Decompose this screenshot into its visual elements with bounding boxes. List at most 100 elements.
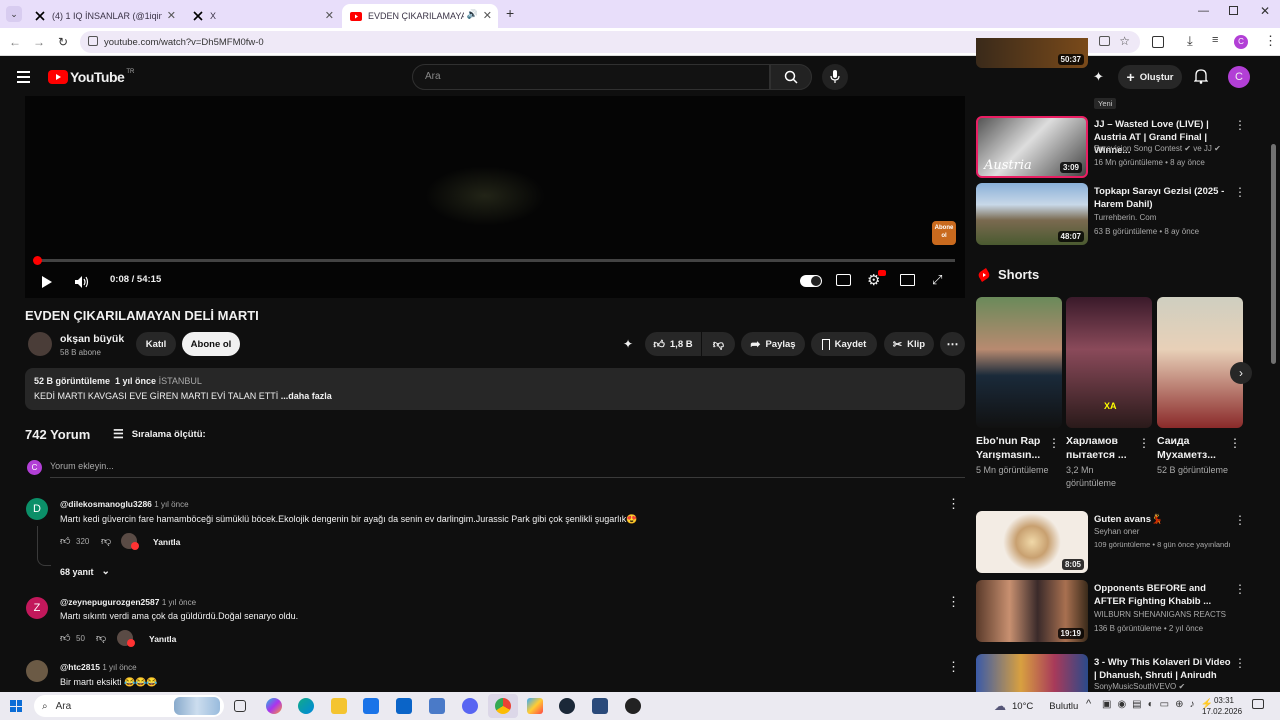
- short-thumbnail[interactable]: [976, 297, 1062, 428]
- video-player[interactable]: Abone ol 0:08 / 54:15 ⚙ ⤢: [25, 96, 965, 298]
- comment-author-avatar[interactable]: D: [26, 498, 48, 520]
- forward-icon[interactable]: →: [32, 35, 46, 49]
- close-tab-icon[interactable]: ✕: [167, 9, 176, 22]
- comment-time[interactable]: 1 yıl önce: [154, 500, 188, 509]
- short-title[interactable]: Ebo'nun Rap Yarışmasın...: [976, 434, 1048, 462]
- tab-youtube-active[interactable]: EVDEN ÇIKARILAMAYAN D 🔊 ✕: [342, 4, 498, 28]
- show-replies-button[interactable]: 68 yanıt ⌄: [60, 566, 110, 577]
- reply-button[interactable]: Yanıtla: [153, 537, 180, 547]
- video-title[interactable]: 3 - Why This Kolaveri Di Video | Dhanush…: [1094, 656, 1234, 682]
- fullscreen-icon[interactable]: ⤢: [932, 272, 942, 288]
- scrollbar-thumb[interactable]: [1271, 144, 1276, 364]
- progress-scrubber[interactable]: [33, 256, 43, 265]
- short-card[interactable]: Саида Мухаметз... 52 B görüntüleme ⋮: [1157, 297, 1243, 477]
- discord-icon[interactable]: [462, 698, 478, 714]
- related-video[interactable]: Austria 3:09 JJ – Wasted Love (LIVE) | A…: [976, 116, 1246, 180]
- autoplay-toggle[interactable]: [800, 275, 822, 287]
- comment-time[interactable]: 1 yıl önce: [102, 663, 136, 672]
- comment-author[interactable]: @htc2815: [60, 662, 100, 672]
- channel-avatar[interactable]: [28, 332, 52, 356]
- notifications-icon[interactable]: [1252, 699, 1264, 709]
- related-video[interactable]: 48:07 Topkapı Sarayı Gezisi (2025 - Hare…: [976, 183, 1246, 247]
- subtitles-icon[interactable]: [836, 274, 851, 286]
- add-comment-input[interactable]: Yorum ekleyin...: [50, 461, 965, 478]
- comment-dislike-button[interactable]: 👎︎: [96, 632, 106, 644]
- weather-widget[interactable]: ☁ 10°C Bulutlu: [994, 699, 1078, 713]
- close-tab-icon[interactable]: ✕: [483, 9, 492, 22]
- comment-dislike-button[interactable]: 👎︎: [101, 535, 111, 547]
- voice-search-button[interactable]: [822, 64, 848, 90]
- related-video[interactable]: 50:37: [976, 38, 1246, 68]
- short-menu-icon[interactable]: ⋮: [1048, 436, 1060, 450]
- speaker-icon[interactable]: 🔊: [467, 9, 478, 20]
- close-window-icon[interactable]: ✕: [1260, 4, 1270, 18]
- site-info-icon[interactable]: [88, 36, 98, 46]
- short-card[interactable]: XA Харламов пытается ... 3,2 Mn görüntül…: [1066, 297, 1152, 490]
- close-tab-icon[interactable]: ✕: [325, 9, 334, 22]
- youtube-logo[interactable]: YouTube TR: [48, 69, 134, 85]
- steam-icon[interactable]: [559, 698, 575, 714]
- short-menu-icon[interactable]: ⋮: [1138, 436, 1150, 450]
- mail-icon[interactable]: [396, 698, 412, 714]
- subscribe-watermark[interactable]: Abone ol: [932, 221, 956, 245]
- related-video[interactable]: 8:05 Guten avans💃 Seyhan oner 109 görünt…: [976, 511, 1246, 575]
- sort-button[interactable]: ☰ Sıralama ölçütü:: [113, 427, 206, 441]
- restore-icon[interactable]: [1229, 6, 1238, 15]
- reload-icon[interactable]: ↻: [56, 35, 70, 49]
- edge-icon[interactable]: [298, 698, 314, 714]
- app-icon[interactable]: [592, 698, 608, 714]
- file-explorer-icon[interactable]: [331, 698, 347, 714]
- reply-button[interactable]: Yanıtla: [149, 634, 176, 644]
- store-icon[interactable]: [363, 698, 379, 714]
- clip-button[interactable]: ✂ Klip: [884, 332, 934, 356]
- location-tag[interactable]: İSTANBUL: [159, 376, 202, 386]
- comment-author-avatar[interactable]: [26, 660, 48, 682]
- video-menu-icon[interactable]: ⋮: [1234, 118, 1246, 132]
- related-video[interactable]: 19:19 Opponents BEFORE and AFTER Fightin…: [976, 580, 1246, 644]
- search-input[interactable]: Ara: [412, 64, 770, 90]
- video-title[interactable]: Topkapı Sarayı Gezisi (2025 - Harem Dahi…: [1094, 185, 1234, 211]
- tray-overflow-icon[interactable]: ^: [1086, 698, 1091, 710]
- share-button[interactable]: ➦ Paylaş: [741, 332, 805, 356]
- save-button[interactable]: Kaydet: [811, 332, 877, 356]
- show-more-link[interactable]: ...daha fazla: [281, 391, 332, 401]
- start-button[interactable]: [10, 700, 22, 712]
- join-button[interactable]: Katıl: [136, 332, 176, 356]
- video-thumbnail[interactable]: [976, 654, 1088, 692]
- tab-search-button[interactable]: ⌄: [6, 6, 22, 22]
- short-thumbnail[interactable]: [1157, 297, 1243, 428]
- description-box[interactable]: 52 B görüntüleme 1 yıl önce İSTANBUL KED…: [25, 368, 965, 410]
- short-menu-icon[interactable]: ⋮: [1229, 436, 1241, 450]
- account-avatar[interactable]: C: [1228, 66, 1250, 88]
- video-thumbnail[interactable]: 48:07: [976, 183, 1088, 245]
- video-menu-icon[interactable]: ⋮: [1234, 185, 1246, 199]
- video-thumbnail[interactable]: 19:19: [976, 580, 1088, 642]
- browser-menu-icon[interactable]: ⋮: [1264, 33, 1277, 49]
- video-menu-icon[interactable]: ⋮: [1234, 513, 1246, 527]
- clock[interactable]: 03:31 17.02.2026: [1202, 695, 1242, 717]
- video-title[interactable]: Opponents BEFORE and AFTER Fighting Khab…: [1094, 582, 1234, 608]
- comment-menu-icon[interactable]: ⋮: [947, 496, 960, 512]
- video-menu-icon[interactable]: ⋮: [1234, 582, 1246, 596]
- video-menu-icon[interactable]: ⋮: [1234, 656, 1246, 670]
- channel-name[interactable]: SonyMusicSouthVEVO: [1094, 682, 1176, 691]
- channel-name[interactable]: Eurovision Song Contest: [1094, 144, 1182, 153]
- short-title[interactable]: Харламов пытается ...: [1066, 434, 1138, 462]
- comment-author[interactable]: @zeynepugurozgen2587: [60, 597, 159, 607]
- play-button[interactable]: [37, 272, 57, 292]
- app-icon[interactable]: [527, 698, 543, 714]
- video-title[interactable]: Guten avans💃: [1094, 513, 1234, 526]
- task-view-icon[interactable]: [234, 700, 246, 712]
- comment-like-button[interactable]: 👍︎: [60, 535, 70, 547]
- taskbar-search[interactable]: ⌕ Ara: [34, 695, 224, 717]
- premium-gift-icon[interactable]: ✦: [1093, 69, 1104, 85]
- copilot-icon[interactable]: [266, 698, 282, 714]
- video-thumbnail[interactable]: 8:05: [976, 511, 1088, 573]
- new-tab-button[interactable]: +: [506, 5, 514, 21]
- comment-menu-icon[interactable]: ⋮: [947, 594, 960, 610]
- channel-name[interactable]: okşan büyük: [60, 333, 124, 345]
- progress-bar[interactable]: [33, 256, 955, 265]
- comment-author-avatar[interactable]: Z: [26, 597, 48, 619]
- channel-name[interactable]: Seyhan oner: [1094, 527, 1139, 536]
- chrome-active-icon[interactable]: [488, 694, 518, 718]
